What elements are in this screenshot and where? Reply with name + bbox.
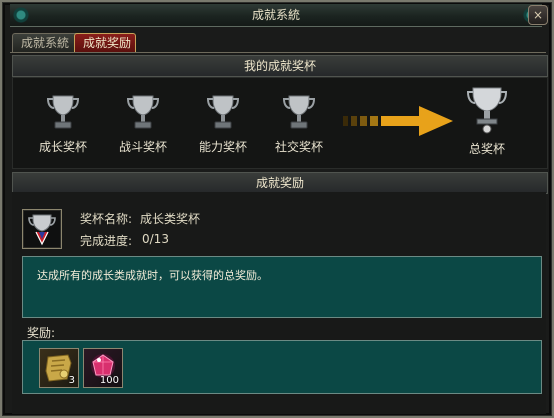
reward-item-slot[interactable]: 100: [83, 348, 123, 388]
selected-trophy-slot: [22, 209, 62, 249]
trophy-grand[interactable]: 总奖杯: [457, 84, 517, 157]
item-count: 3: [68, 375, 75, 386]
close-button[interactable]: ×: [528, 5, 548, 25]
title-bar: 成就系統: [10, 4, 542, 27]
rewards-label: 奖励:: [27, 326, 56, 340]
cup-name-value: 成长类奖杯: [140, 212, 201, 226]
trophy-label: 战斗奖杯: [118, 140, 167, 154]
trophy-battle[interactable]: 战斗奖杯: [113, 92, 173, 155]
tab-divider: [10, 52, 546, 53]
reward-items-box: 3 100: [22, 340, 542, 394]
item-count: 100: [99, 375, 119, 386]
description-box: 达成所有的成长类成就时，可以获得的总奖励。: [22, 256, 542, 318]
silver-trophy-icon: [46, 95, 80, 129]
corner-ornament-icon: [10, 4, 32, 26]
reward-header-label: 成就奖励: [255, 176, 304, 190]
trophy-ribbon-icon: [28, 214, 56, 246]
trophy-label: 成长奖杯: [38, 140, 87, 154]
tab-achievement-rewards[interactable]: 成就奖励: [74, 33, 136, 52]
trophy-label: 总奖杯: [468, 142, 505, 156]
trophies-section-header: 我的成就奖杯: [12, 55, 548, 77]
tab-achievement-system[interactable]: 成就系統: [12, 33, 80, 52]
silver-trophy-icon: [206, 95, 240, 129]
reward-item-slot[interactable]: 3: [39, 348, 79, 388]
progress-value: 0/13: [142, 232, 169, 246]
trophy-label: 社交奖杯: [274, 140, 323, 154]
trophies-header-label: 我的成就奖杯: [243, 59, 316, 73]
progress-label: 完成进度:: [80, 234, 133, 248]
reward-detail-area: 奖杯名称: 成长类奖杯 完成进度: 0/13 达成所有的成长类成就时，可以获得的…: [12, 192, 546, 414]
trophy-social[interactable]: 社交奖杯: [269, 92, 329, 155]
grand-trophy-icon: [467, 87, 507, 134]
trophy-ability[interactable]: 能力奖杯: [193, 92, 253, 155]
silver-trophy-icon: [282, 95, 316, 129]
description-text: 达成所有的成长类成就时，可以获得的总奖励。: [37, 269, 268, 282]
silver-trophy-icon: [126, 95, 160, 129]
cup-name-label: 奖杯名称:: [80, 212, 133, 226]
trophy-growth[interactable]: 成长奖杯: [33, 92, 93, 155]
reward-section-header: 成就奖励: [12, 172, 548, 194]
trophy-panel: 成长奖杯 战斗奖杯 能力奖杯 社交奖杯 总奖杯: [12, 77, 548, 169]
arrow-right-icon: [343, 106, 453, 136]
achievement-window: 成就系統 × 成就系統 成就奖励 我的成就奖杯 成长奖杯 战斗奖杯 能力奖杯 社…: [0, 0, 554, 418]
trophy-label: 能力奖杯: [198, 140, 247, 154]
window-title: 成就系統: [251, 8, 300, 22]
